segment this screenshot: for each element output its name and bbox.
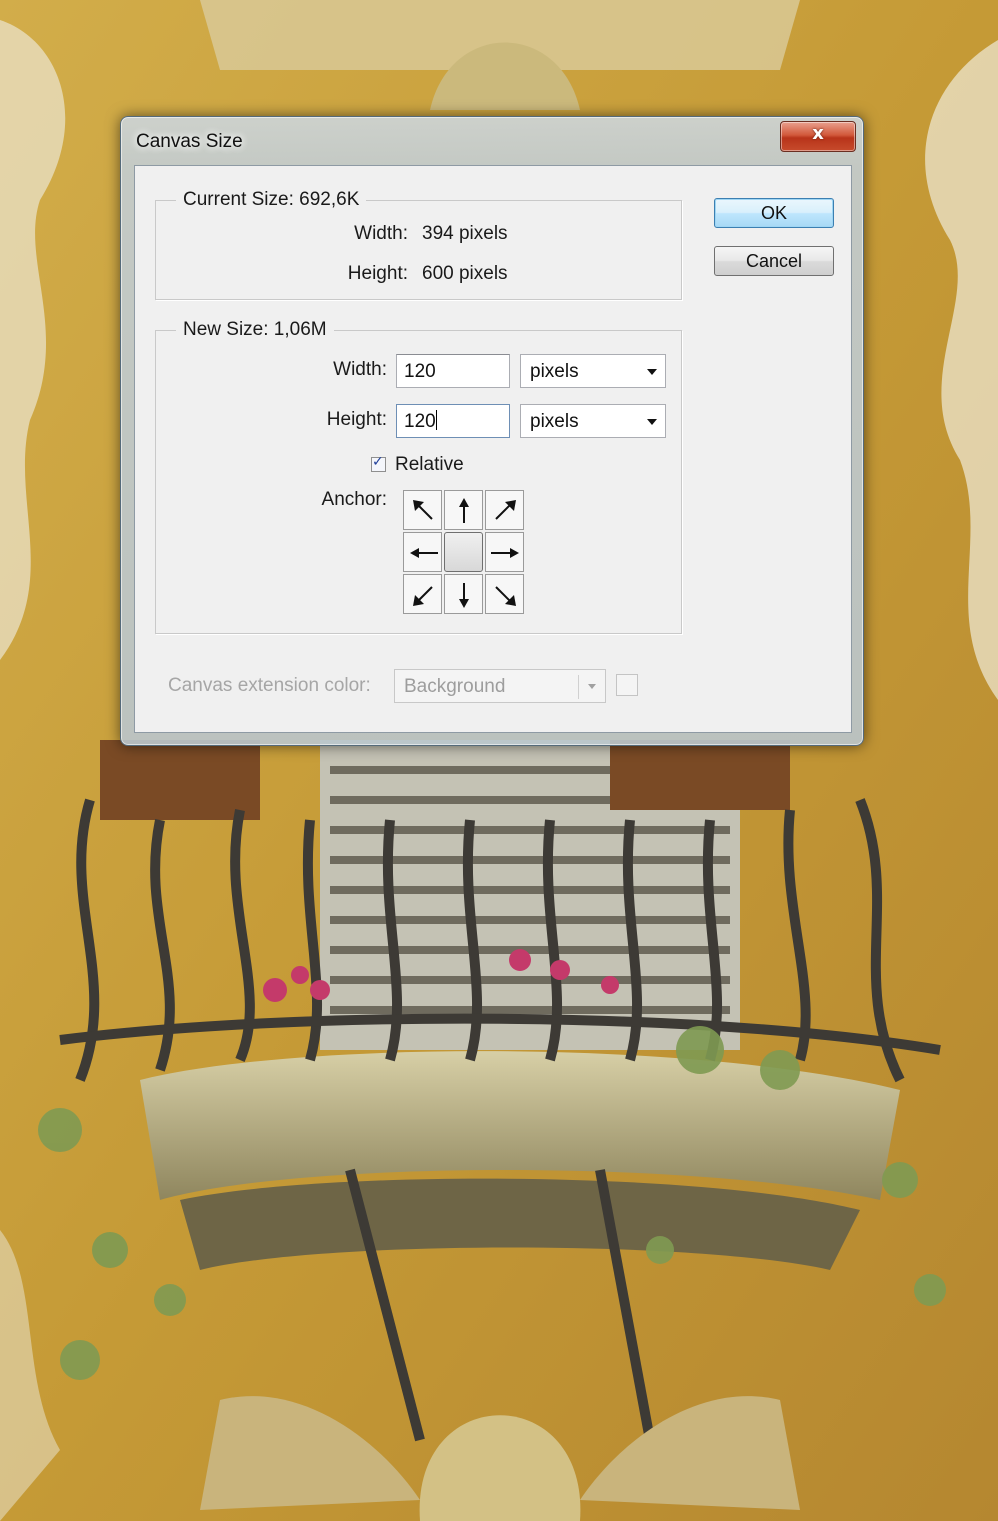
canvas-extension-color-select[interactable]: Background	[394, 669, 606, 703]
arrow-w-icon	[410, 548, 438, 558]
anchor-grid	[403, 490, 526, 616]
current-width-value: 394 pixels	[422, 223, 508, 244]
height-unit-value: pixels	[530, 411, 579, 432]
close-button[interactable]: x	[780, 121, 856, 152]
extension-color-swatch[interactable]	[616, 674, 638, 696]
canvas-size-dialog: Canvas Size x Current Size: 692,6K Width…	[120, 116, 864, 746]
arrow-s-icon	[459, 583, 469, 608]
new-height-input[interactable]: 120	[396, 404, 510, 438]
anchor-center-selected[interactable]	[444, 532, 483, 572]
close-icon: x	[812, 123, 824, 144]
arrow-nw-icon	[413, 500, 433, 520]
anchor-top-center[interactable]	[444, 490, 483, 530]
current-height-value: 600 pixels	[422, 263, 508, 284]
dropdown-arrow-icon	[647, 369, 657, 375]
current-size-legend: Current Size: 692,6K	[176, 189, 367, 211]
select-separator	[578, 675, 579, 699]
relative-checkbox[interactable]: ✓	[371, 454, 386, 472]
anchor-bottom-center[interactable]	[444, 574, 483, 614]
text-caret	[435, 410, 437, 430]
anchor-middle-left[interactable]	[403, 532, 442, 572]
new-width-value: 120	[404, 361, 436, 382]
height-unit-select[interactable]: pixels	[520, 404, 666, 438]
anchor-top-left[interactable]	[403, 490, 442, 530]
width-unit-value: pixels	[530, 361, 579, 382]
new-size-legend: New Size: 1,06M	[176, 319, 334, 341]
arrow-e-icon	[491, 548, 519, 558]
current-height-label: Height:	[347, 263, 408, 284]
anchor-bottom-left[interactable]	[403, 574, 442, 614]
current-size-group: Current Size: 692,6K Width: 394 pixels H…	[155, 189, 682, 300]
arrow-ne-icon	[495, 500, 516, 520]
relative-label[interactable]: Relative	[395, 454, 464, 476]
canvas-extension-color-label: Canvas extension color:	[168, 675, 371, 696]
cancel-button[interactable]: Cancel	[714, 246, 834, 276]
dialog-title: Canvas Size	[136, 131, 243, 152]
new-width-label: Width:	[333, 359, 387, 380]
new-width-input[interactable]: 120	[396, 354, 510, 388]
arrow-se-icon	[495, 586, 516, 606]
anchor-top-right[interactable]	[485, 490, 524, 530]
current-width-label: Width:	[354, 223, 408, 244]
canvas-extension-color-value: Background	[404, 676, 506, 697]
ok-button[interactable]: OK	[714, 198, 834, 228]
anchor-middle-right[interactable]	[485, 532, 524, 572]
new-height-label: Height:	[326, 409, 387, 430]
dropdown-arrow-icon	[588, 684, 596, 689]
dialog-client-area: Current Size: 692,6K Width: 394 pixels H…	[134, 165, 852, 733]
anchor-label: Anchor:	[321, 489, 387, 510]
anchor-bottom-right[interactable]	[485, 574, 524, 614]
dropdown-arrow-icon	[647, 419, 657, 425]
arrow-n-icon	[459, 498, 469, 523]
arrow-sw-icon	[413, 586, 433, 606]
new-height-value: 120	[404, 411, 436, 432]
width-unit-select[interactable]: pixels	[520, 354, 666, 388]
checkmark-icon: ✓	[372, 454, 384, 470]
